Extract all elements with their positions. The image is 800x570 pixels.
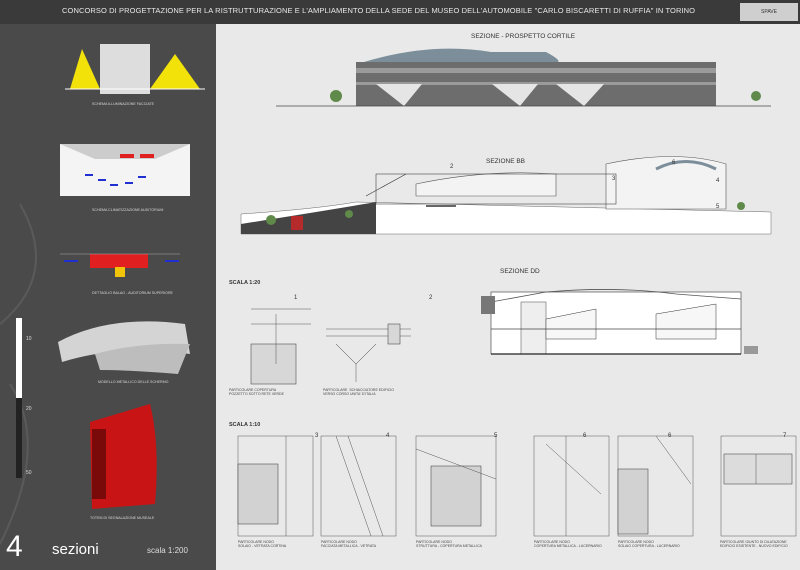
caption-metal-model: MODELLO METALLICO DELLE SCHERMO [98, 380, 169, 384]
left-panel: SCHEMA ILLUMINAZIONE FACCIATE SCHEMA CLI… [0, 24, 216, 570]
detail-caption: PARTICOLARE SCHIACCIATORE EDIFICIO VERSO… [323, 388, 394, 397]
detail-number: 6 [583, 433, 587, 439]
section-mark: 4 [716, 178, 720, 184]
detail-number: 7 [783, 433, 787, 439]
detail-caption: PARTICOLARE NODO SOLAIO COPERTURA - LUCE… [618, 540, 680, 549]
header-tag: SPAVE [740, 3, 798, 21]
caption-totem: TOTEM DI SEGNALAZIONE MUSEALE [90, 516, 155, 520]
sheet-drawings [237, 48, 797, 537]
detail-caption: PARTICOLARE NODO COPERTURA METALLICA - L… [534, 540, 602, 549]
detail-number: 2 [429, 295, 433, 301]
page-title: CONCORSO DI PROGETTAZIONE PER LA RISTRUT… [62, 6, 696, 15]
scale-1-10-label: SCALA 1:10 [229, 422, 261, 428]
detail-caption: PARTICOLARE COPERTURA POZZETTO SOTTO RET… [229, 388, 284, 397]
caption-facade-lighting: SCHEMA ILLUMINAZIONE FACCIATE [92, 102, 155, 106]
scale-tick-50: 50 [26, 470, 32, 476]
section-bb-label: SEZIONE BB [486, 158, 526, 165]
sheet-scale: scala 1:200 [147, 546, 188, 555]
detail-caption: PARTICOLARE NODO FACCIATA METALLICA - VE… [321, 540, 377, 549]
section-bb-drawing [240, 156, 772, 235]
section-dd-label: SEZIONE DD [500, 268, 540, 275]
scale-tick-20: 20 [26, 406, 32, 412]
detail-caption: PARTICOLARE NODO SOLAIO - VETRATA CORTIN… [238, 540, 287, 549]
header-bar: CONCORSO DI PROGETTAZIONE PER LA RISTRUT… [0, 0, 800, 24]
scale-1-20-label: SCALA 1:20 [229, 280, 261, 286]
section-mark: 2 [450, 164, 454, 170]
detail-caption: PARTICOLARE NODO STRUTTURA - COPERTURA M… [416, 540, 482, 549]
details-1-10 [237, 435, 797, 537]
scale-bar-dark [16, 398, 22, 478]
detail-number: 1 [294, 295, 298, 301]
sheet-number: 4 [6, 530, 23, 563]
elevation-courtyard-drawing [276, 48, 771, 107]
detail-number: 5 [494, 433, 498, 439]
caption-balcony-detail: DETTAGLIO BALAO - AUDITORIUM SUPERIORE [92, 291, 173, 295]
facade-section-drawing [100, 44, 150, 94]
detail-number: 6 [668, 433, 672, 439]
scale-tick-10: 10 [26, 336, 32, 342]
section-courtyard-label: SEZIONE - PROSPETTO CORTILE [471, 33, 576, 40]
section-mark: 3 [612, 176, 616, 182]
caption-auditorium-climate: SCHEMA CLIMATIZZAZIONE AUDITORIUM [92, 208, 164, 212]
section-mark: 6 [672, 160, 676, 166]
sheet-title: sezioni [52, 541, 99, 558]
balcony-detail-drawing [90, 254, 148, 268]
details-1-20 [250, 308, 411, 385]
drawing-sheet: SEZIONE - PROSPETTO CORTILE SEZIONE BB S… [216, 24, 800, 570]
section-dd-drawing [481, 289, 758, 355]
detail-caption: PARTICOLARE GIUNTO DI DILATAZIONE EDIFIC… [720, 540, 788, 549]
section-mark: 5 [716, 204, 720, 210]
detail-number: 4 [386, 433, 390, 439]
detail-number: 3 [315, 433, 319, 439]
